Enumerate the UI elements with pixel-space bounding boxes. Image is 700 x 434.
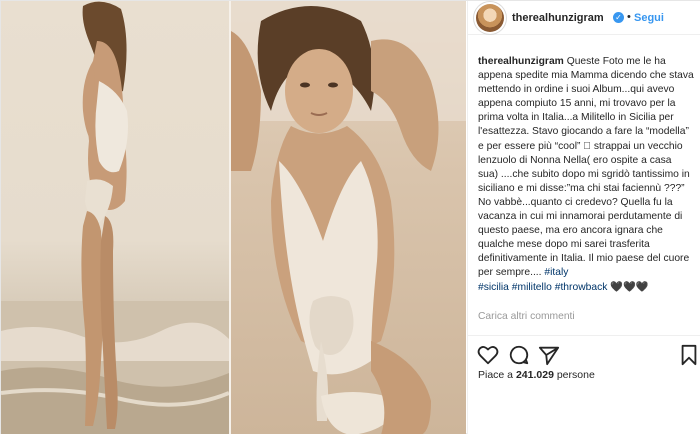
bookmark-icon[interactable] (678, 344, 700, 366)
caption-text: Queste Foto me le ha appena spedite mia … (478, 56, 694, 279)
post-side-panel: therealhunzigram ✓ • Segui therealhunzig… (467, 1, 700, 434)
post-media[interactable] (1, 1, 466, 434)
verified-badge-icon: ✓ (613, 12, 624, 23)
action-bar (468, 335, 700, 395)
hashtag-link[interactable]: #militello (512, 282, 552, 293)
avatar[interactable] (476, 4, 504, 32)
hashtag-link[interactable]: #throwback (555, 282, 608, 293)
hashtag-link[interactable]: #sicilia (478, 282, 509, 293)
instagram-post: therealhunzigram ✓ • Segui therealhunzig… (0, 0, 700, 434)
likes-suffix: persone (553, 369, 595, 381)
heart-icon[interactable] (477, 344, 499, 366)
username-link[interactable]: therealhunzigram (512, 12, 604, 24)
sepia-beach-photo-portrait (231, 1, 466, 434)
hashtag-link[interactable]: #italy (544, 267, 568, 278)
share-icon[interactable] (538, 344, 560, 366)
heart-emoji: 🖤🖤🖤 (610, 281, 649, 293)
comment-icon[interactable] (508, 344, 530, 366)
post-header: therealhunzigram ✓ • Segui (468, 1, 700, 35)
post-caption: therealhunzigram Queste Foto me le ha ap… (478, 55, 694, 295)
likes-count[interactable]: Piace a 241.029 persone (478, 369, 595, 381)
likes-number: 241.029 (515, 369, 554, 381)
load-more-comments-button[interactable]: Carica altri commenti (478, 311, 575, 322)
likes-prefix: Piace a (478, 369, 516, 381)
comment-preview-cut-off (478, 325, 678, 333)
caption-username-link[interactable]: therealhunzigram (478, 56, 564, 67)
sepia-beach-photo-full-body (1, 1, 229, 434)
follow-button[interactable]: Segui (634, 12, 664, 24)
separator-dot: • (627, 11, 631, 23)
